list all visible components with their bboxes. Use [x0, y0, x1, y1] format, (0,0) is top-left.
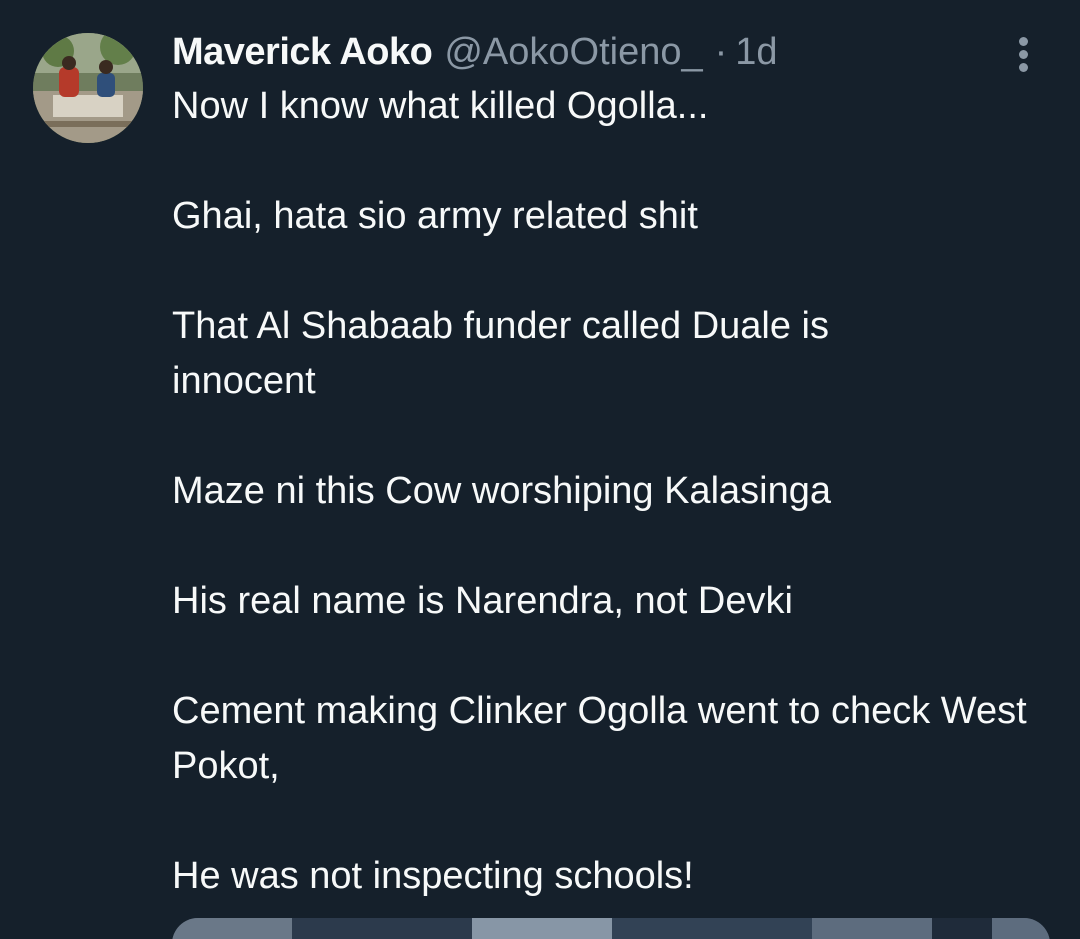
media-image: [172, 918, 1050, 939]
tweet-header: Maverick Aoko @AokoOtieno_ · 1d: [172, 26, 778, 78]
more-dot: [1019, 50, 1028, 59]
display-name[interactable]: Maverick Aoko: [172, 31, 433, 74]
tweet-paragraph: He was not inspecting schools!: [172, 855, 694, 897]
separator-dot: ·: [714, 30, 728, 73]
avatar[interactable]: [33, 33, 143, 143]
more-dot: [1019, 63, 1028, 72]
timestamp[interactable]: 1d: [735, 31, 777, 74]
more-vertical-icon[interactable]: [1005, 33, 1045, 77]
tweet-paragraph: His real name is Narendra, not Devki: [172, 580, 793, 622]
tweet-paragraph: Cement making Clinker Ogolla went to che…: [172, 690, 1027, 787]
tweet-text: Now I know what killed Ogolla... Ghai, h…: [172, 79, 1052, 904]
user-handle[interactable]: @AokoOtieno_: [444, 31, 702, 74]
tweet-paragraph: Ghai, hata sio army related shit: [172, 195, 698, 237]
tweet-paragraph: Maze ni this Cow worshiping Kalasinga: [172, 470, 831, 512]
tweet-paragraph: Now I know what killed Ogolla...: [172, 85, 709, 127]
tweet-paragraph: That Al Shabaab funder called Duale is i…: [172, 305, 829, 402]
profile-photo-image: [33, 33, 143, 143]
tweet[interactable]: Maverick Aoko @AokoOtieno_ · 1d Now I kn…: [0, 0, 1080, 939]
media-preview[interactable]: [172, 918, 1050, 939]
more-dot: [1019, 37, 1028, 46]
